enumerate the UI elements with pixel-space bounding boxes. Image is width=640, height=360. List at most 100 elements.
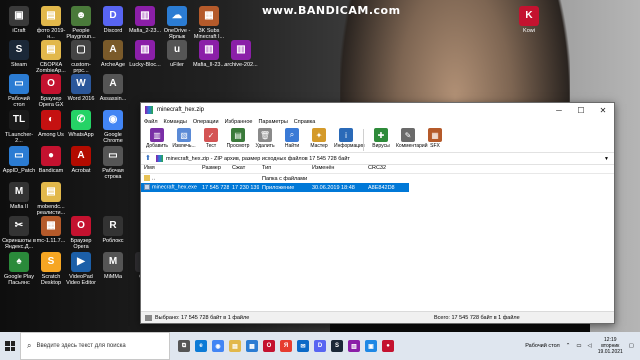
desktop-icon[interactable]: A Acrobat — [64, 146, 98, 174]
taskbar-app-explorer[interactable]: ▤ — [229, 340, 241, 352]
desktop-icon[interactable]: ▭ Рабочая строка — [96, 146, 130, 180]
taskbar-app-photos[interactable]: ▣ — [365, 340, 377, 352]
winrar-window[interactable]: minecraft_hex.zip ─ ☐ ✕ Файл Команды Опера… — [140, 102, 615, 324]
taskbar-app-mail[interactable]: ✉ — [297, 340, 309, 352]
desktop-icon[interactable]: ✆ WhatsApp — [64, 110, 98, 138]
desktop-icon[interactable]: ▤ фото 2019-н... — [34, 6, 68, 40]
desktop-icon[interactable]: ▶ VideoPad Video Editor — [64, 252, 98, 286]
archive-path[interactable]: minecraft_hex.zip - ZIP архив, размер ис… — [166, 156, 601, 162]
column-header[interactable]: Сжат — [229, 165, 259, 173]
taskbar-app-edge[interactable]: e — [195, 340, 207, 352]
taskbar-app-bandicam[interactable]: ● — [382, 340, 394, 352]
desktop-icon[interactable]: ▢ custom-prpc... — [64, 40, 98, 74]
tray-chevron-icon[interactable]: ⌃ — [566, 343, 571, 349]
toolbar-button[interactable]: ▧ Извлечь... — [172, 127, 196, 149]
desktop-icon[interactable]: ☁ OneDrive - Ярлык — [160, 6, 194, 40]
volume-icon[interactable]: ◁ — [588, 343, 592, 349]
app-icon: ▥ — [135, 40, 155, 60]
window-titlebar[interactable]: minecraft_hex.zip ─ ☐ ✕ — [141, 103, 614, 117]
taskbar-app-steam[interactable]: S — [331, 340, 343, 352]
table-row-parent-folder[interactable]: .. Папка с файлами — [141, 174, 614, 183]
desktop-icon[interactable]: ▦ mc-1.11.7... — [34, 216, 68, 244]
file-list[interactable]: Имя Размер Сжат Тип Изменён CRC32 .. Папка с … — [141, 165, 614, 311]
taskbar-app-winrar[interactable]: ▥ — [348, 340, 360, 352]
column-header[interactable]: Имя — [141, 165, 199, 173]
column-header[interactable]: CRC32 — [365, 165, 405, 173]
taskbar-app-store[interactable]: ▦ — [246, 340, 258, 352]
desktop-icon-label: Mafia II — [9, 204, 29, 210]
column-header[interactable]: Размер — [199, 165, 229, 173]
toolbar-button-label: Комментарий — [396, 143, 428, 149]
desktop-icon[interactable]: ▦ 3K Subs Minecraft I... — [192, 6, 226, 40]
desktop-icon[interactable]: ▣ iCraft — [2, 6, 36, 34]
table-row-selected-file[interactable]: minecraft_hex.exe 17 545 728 17 230 139 … — [141, 183, 409, 192]
toolbar-button[interactable]: ▦ SFX — [423, 127, 447, 149]
column-header[interactable]: Изменён — [309, 165, 365, 173]
clock[interactable]: 12:19 вторник 19.01.2021 — [598, 337, 623, 355]
desktop-icon[interactable]: ▥ archive-202... — [224, 40, 258, 68]
desktop-icon[interactable]: M Mafia II — [2, 182, 36, 210]
desktop-icon[interactable]: K Kowi — [512, 6, 546, 34]
desktop-icon[interactable]: D Discord — [96, 6, 130, 34]
desktop-icon[interactable]: ▤ СБОРКА ZombieAp... — [34, 40, 68, 74]
desktop-icon[interactable]: ● Bandicam — [34, 146, 68, 174]
toolbar-button[interactable]: ✓ Тест — [199, 127, 223, 149]
toolbar-button[interactable]: ▤ Просмотр — [226, 127, 250, 149]
desktop-icon[interactable]: ▥ Mafia_2-23... — [128, 6, 162, 34]
taskbar-app-opera[interactable]: O — [263, 340, 275, 352]
app-icon: ✆ — [71, 110, 91, 130]
taskbar-app-chrome[interactable]: ◉ — [212, 340, 224, 352]
toolbar-button[interactable]: 🗑 Удалить — [253, 127, 277, 149]
desktop-icon[interactable]: ▭ AppID_Patch — [2, 146, 36, 174]
desktop-icon[interactable]: ☻ People Playgroun... — [64, 6, 98, 40]
taskbar-app-task-view[interactable]: ⧉ — [178, 340, 190, 352]
column-header[interactable]: Тип — [259, 165, 309, 173]
desktop-label[interactable]: Рабочий стол — [525, 343, 560, 349]
desktop-icon[interactable]: A Assassin... — [96, 74, 130, 102]
desktop-icon[interactable]: u uFiler — [160, 40, 194, 68]
toolbar-button[interactable]: ✚ Вирусы — [369, 127, 393, 149]
toolbar-button[interactable]: ✦ Мастер — [307, 127, 331, 149]
toolbar-button[interactable]: i Информация — [334, 127, 365, 149]
menu-item[interactable]: Параметры — [258, 119, 287, 125]
menu-item[interactable]: Избранное — [225, 119, 253, 125]
desktop-icon[interactable]: W Word 2016 — [64, 74, 98, 102]
desktop-icon[interactable]: S Steam — [2, 40, 36, 68]
desktop-icon[interactable]: ▥ Mafia_II-23... — [192, 40, 226, 68]
desktop-icon[interactable]: S Scratch Desktop — [34, 252, 68, 286]
start-button[interactable] — [0, 332, 20, 360]
desktop-icon[interactable]: ♠ Google Play Пасьянс — [2, 252, 36, 286]
toolbar-button[interactable]: ▥ Добавить — [145, 127, 169, 149]
desktop-icon-label: фото 2019-н... — [36, 28, 66, 40]
minimize-button[interactable]: ─ — [548, 103, 570, 117]
desktop-icon[interactable]: O Браузер Opera — [64, 216, 98, 250]
desktop-icon[interactable]: ▭ Рабочий стол — [2, 74, 36, 108]
toolbar-button-label: Тест — [205, 143, 217, 149]
menu-item[interactable]: Команды — [164, 119, 187, 125]
up-folder-icon[interactable]: ⬆ — [145, 155, 153, 163]
menu-item[interactable]: Операции — [193, 119, 219, 125]
desktop-icon[interactable]: ◐ Among Us — [34, 110, 68, 138]
desktop-icon[interactable]: ▤ mobendc... реалисти... — [34, 182, 68, 216]
desktop-icon[interactable]: ▥ Lucky-Bloc... — [128, 40, 162, 68]
desktop-icon[interactable]: R Роблокс — [96, 216, 130, 244]
desktop-icon[interactable]: ✂ Скриншоты в Яндекс.Д... — [2, 216, 36, 250]
desktop-icon[interactable]: TL TLauncher-2... — [2, 110, 36, 144]
chevron-down-icon[interactable]: ▼ — [604, 156, 614, 162]
desktop-icon[interactable]: ◉ Google Chrome — [96, 110, 130, 144]
toolbar-button[interactable]: ⌕ Найти — [280, 127, 304, 149]
desktop-icon[interactable]: M MiMMa — [96, 252, 130, 280]
desktop-icon[interactable]: A ArcheAge — [96, 40, 130, 68]
toolbar-button[interactable]: ✎ Комментарий — [396, 127, 428, 149]
taskbar-search[interactable]: ⌕ Введите здесь текст для поиска — [20, 332, 170, 360]
notifications-icon[interactable]: ▢ — [629, 343, 634, 349]
network-icon[interactable]: ▭ — [576, 343, 581, 349]
menu-item[interactable]: Файл — [144, 119, 158, 125]
menu-item[interactable]: Справка — [294, 119, 316, 125]
taskbar-app-yandex[interactable]: Я — [280, 340, 292, 352]
desktop-icon[interactable]: O Браузер Opera GX — [34, 74, 68, 108]
taskbar-app-discord[interactable]: D — [314, 340, 326, 352]
maximize-button[interactable]: ☐ — [570, 103, 592, 117]
search-input[interactable]: Введите здесь текст для поиска — [36, 343, 125, 349]
close-button[interactable]: ✕ — [592, 103, 614, 117]
